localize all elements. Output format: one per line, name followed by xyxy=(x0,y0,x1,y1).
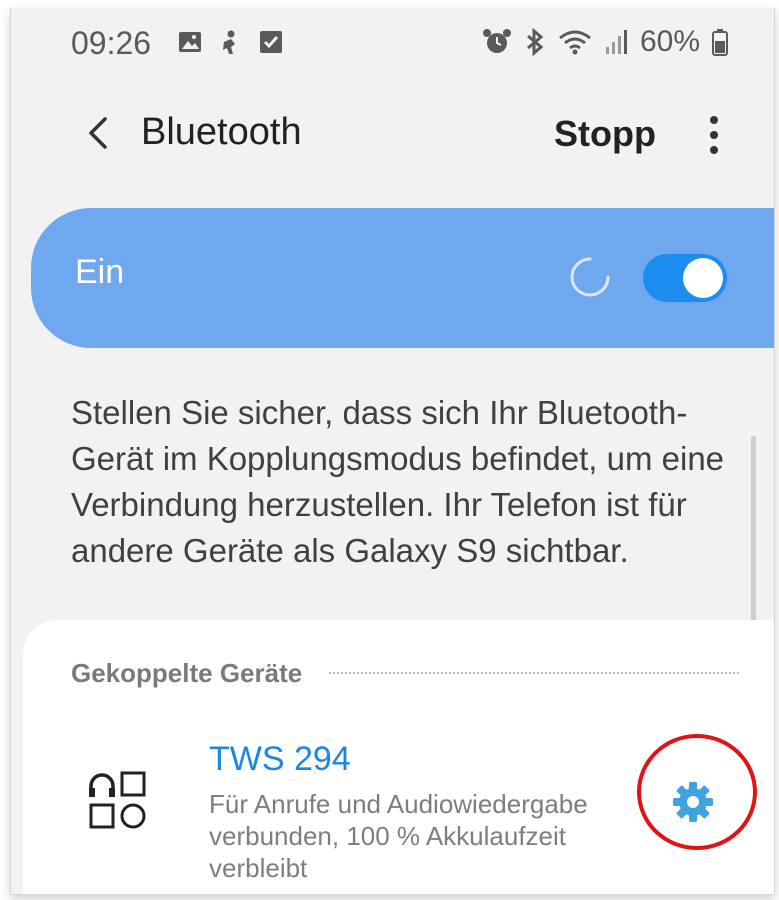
bluetooth-master-toggle[interactable]: Ein xyxy=(31,208,774,348)
gallery-icon xyxy=(179,32,201,52)
status-right: 60% xyxy=(482,25,728,59)
bluetooth-icon xyxy=(526,28,544,56)
page-title: Bluetooth xyxy=(141,111,302,153)
status-bar: 09:26 60% xyxy=(11,8,774,78)
back-arrow-icon[interactable] xyxy=(79,93,119,173)
scanning-spinner-icon xyxy=(570,257,610,297)
phone-screen: 09:26 60% Bluetooth Stopp Ein Stellen Si… xyxy=(10,8,775,895)
wifi-icon xyxy=(559,30,591,55)
device-status: Für Anrufe und Audiowiedergabe verbunden… xyxy=(209,789,588,883)
device-name: TWS 294 xyxy=(209,740,351,778)
section-divider xyxy=(329,672,739,674)
bluetooth-switch[interactable] xyxy=(643,254,727,302)
signal-icon xyxy=(605,30,627,54)
alarm-icon xyxy=(482,29,511,53)
app-bar: Bluetooth Stopp xyxy=(11,93,774,173)
switch-knob xyxy=(683,258,723,298)
more-options-icon[interactable] xyxy=(704,110,724,160)
battery-icon xyxy=(712,29,728,56)
highlight-circle xyxy=(637,734,757,850)
device-category-icon xyxy=(89,771,146,829)
paired-devices-card: Gekoppelte Geräte TWS 294 Für Anrufe und… xyxy=(23,620,774,894)
stop-scan-button[interactable]: Stopp xyxy=(554,113,656,155)
checkbox-icon xyxy=(260,31,282,53)
pairing-hint: Stellen Sie sicher, dass sich Ihr Blueto… xyxy=(71,394,725,569)
person-icon xyxy=(223,30,235,54)
status-time: 09:26 xyxy=(71,25,152,61)
toggle-state-label: Ein xyxy=(75,253,125,291)
section-header: Gekoppelte Geräte xyxy=(71,658,303,688)
battery-percent: 60% xyxy=(639,25,700,58)
